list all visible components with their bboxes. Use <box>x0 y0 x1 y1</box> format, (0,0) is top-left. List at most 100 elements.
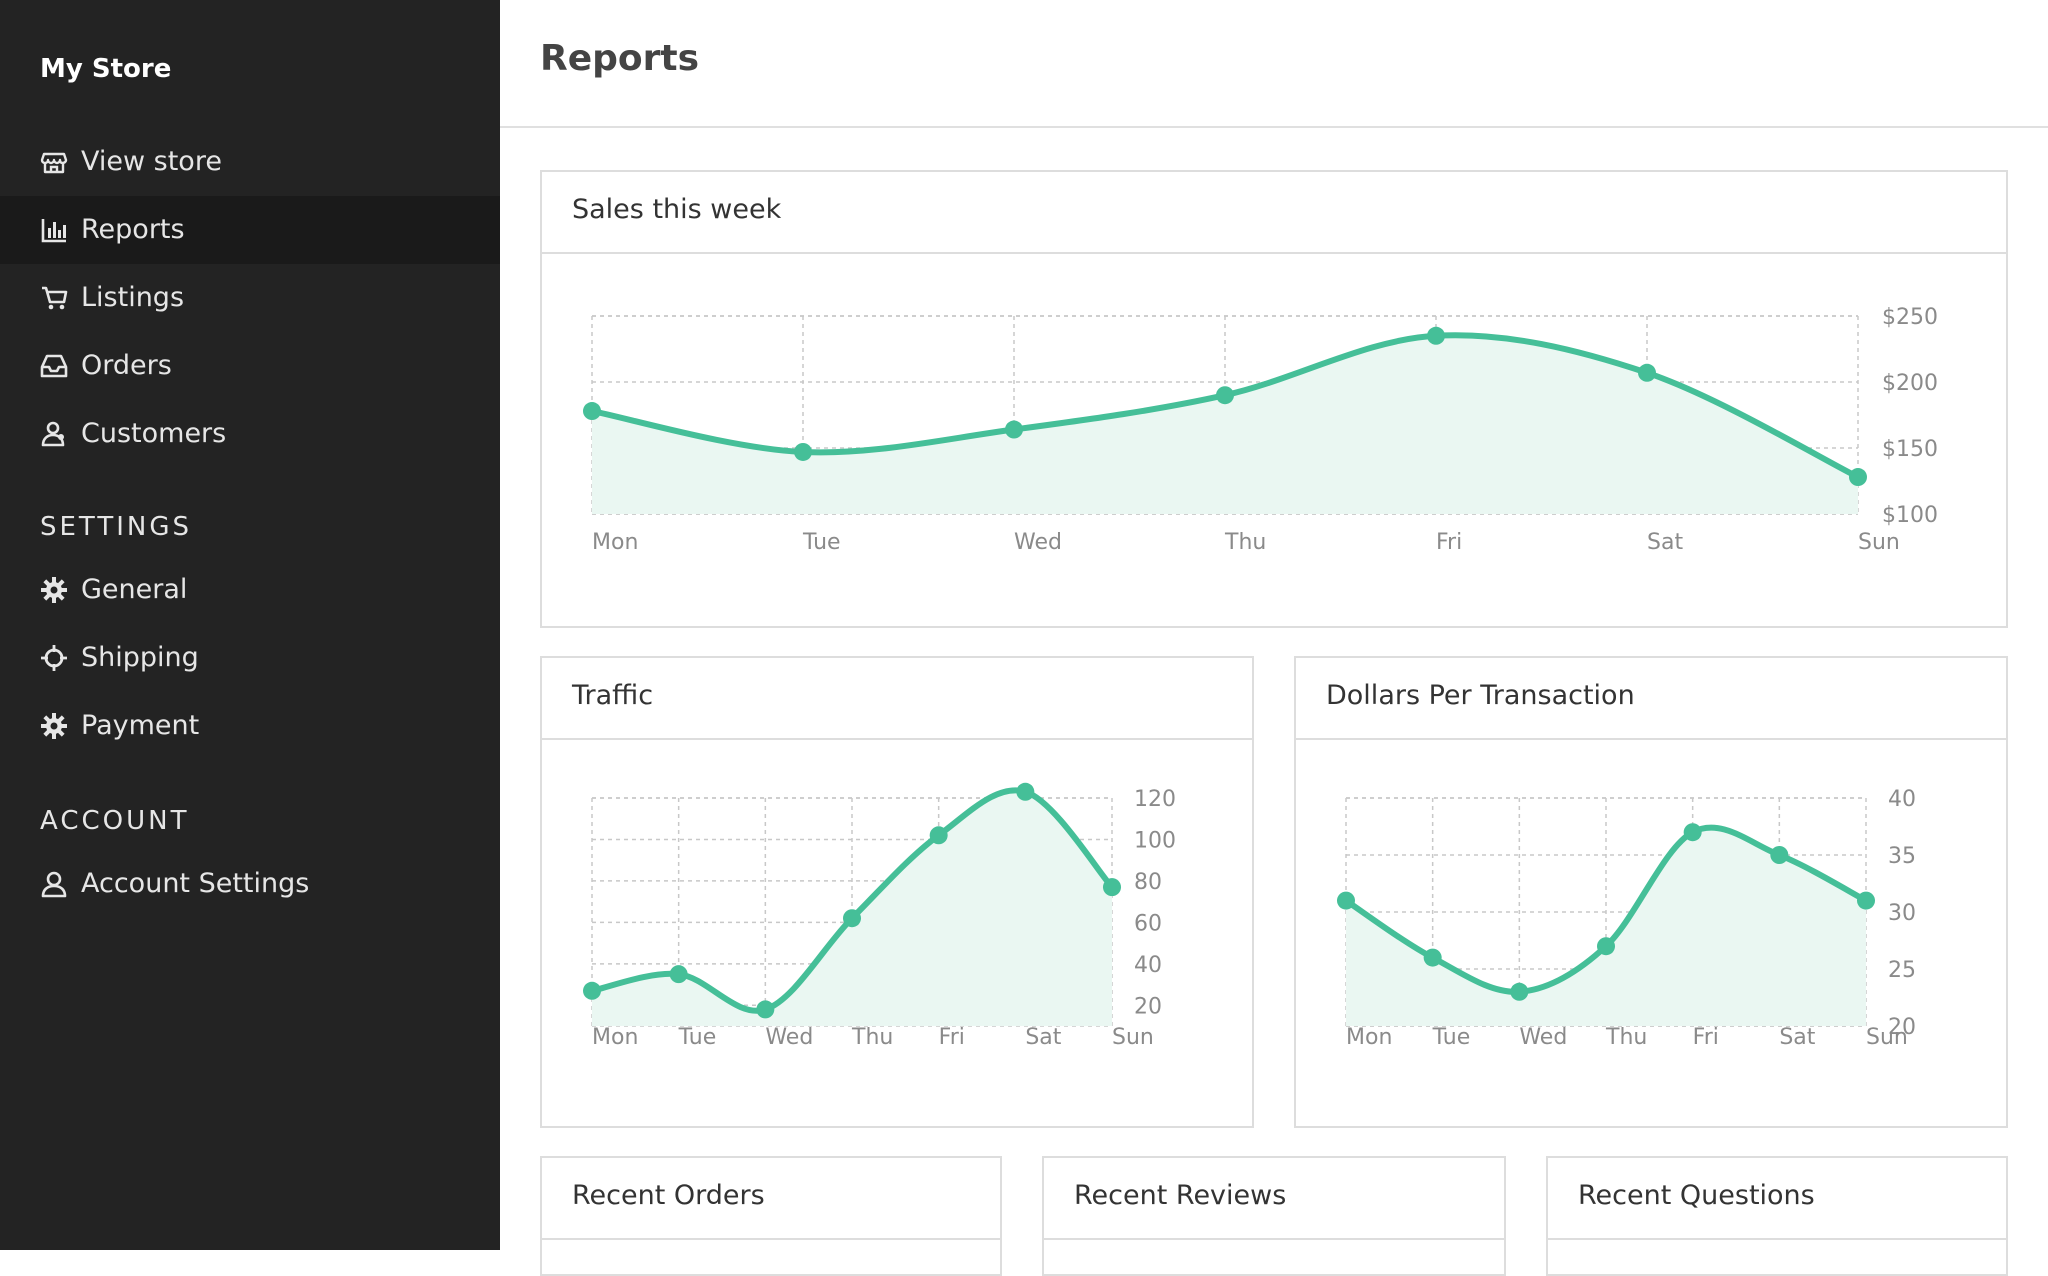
recent-questions-card: Recent Questions <box>1546 1156 2008 1276</box>
x-tick-label: Sat <box>1025 1025 1061 1050</box>
x-tick-label: Fri <box>939 1025 965 1050</box>
page-title: Reports <box>540 38 700 79</box>
x-tick-label: Mon <box>1346 1025 1392 1050</box>
y-tick-label: 20 <box>1134 994 1162 1019</box>
data-point[interactable] <box>669 965 688 984</box>
sidebar-item-label: Reports <box>81 214 185 245</box>
sidebar-item-reports[interactable]: Reports <box>0 196 500 264</box>
y-tick-label: 120 <box>1134 787 1176 812</box>
data-point[interactable] <box>583 981 601 1000</box>
x-tick-label: Wed <box>1519 1025 1567 1050</box>
x-tick-label: Thu <box>851 1025 893 1050</box>
main-content: Reports Sales this week $100 $150 $200 $250… <box>500 0 2048 1276</box>
data-point[interactable] <box>1510 982 1529 1001</box>
store-icon <box>40 148 68 176</box>
y-tick-label: 25 <box>1888 958 1916 983</box>
cart-icon <box>40 284 68 312</box>
data-point[interactable] <box>1016 782 1035 801</box>
x-tick-label: Sun <box>1112 1025 1154 1050</box>
sidebar-item-label: Payment <box>81 710 200 741</box>
x-tick-label: Tue <box>1432 1025 1471 1050</box>
x-tick-label: Wed <box>765 1025 813 1050</box>
bar-chart-icon <box>40 216 68 244</box>
sidebar-item-view-store[interactable]: View store <box>0 128 500 196</box>
gear-icon <box>40 576 68 604</box>
sidebar-item-account-settings[interactable]: Account Settings <box>0 850 500 918</box>
recent-orders-card: Recent Orders <box>540 1156 1002 1276</box>
x-tick-label: Thu <box>1605 1025 1647 1050</box>
traffic-chart: 20 40 60 80 100 120 Mon Tue Wed Thu Fri Sat Sun <box>583 782 1176 1050</box>
data-point[interactable] <box>1683 823 1702 842</box>
x-tick-label: Thu <box>1224 530 1266 555</box>
sales-card: Sales this week $100 $150 $200 $250 Mon Tue We… <box>540 170 2008 628</box>
data-point[interactable] <box>1638 363 1656 382</box>
y-tick-label: 35 <box>1888 844 1916 869</box>
sidebar-item-label: View store <box>81 146 222 177</box>
sidebar: My Store View store Reports Listings Ord… <box>0 0 500 1250</box>
y-tick-label: $250 <box>1882 305 1938 330</box>
x-tick-label: Mon <box>592 530 638 555</box>
x-tick-label: Sat <box>1647 530 1683 555</box>
x-tick-label: Mon <box>592 1025 638 1050</box>
data-point[interactable] <box>1216 386 1234 405</box>
sidebar-item-label: Listings <box>81 282 185 313</box>
sidebar-item-shipping[interactable]: Shipping <box>0 624 500 692</box>
x-tick-label: Wed <box>1014 530 1062 555</box>
data-point[interactable] <box>843 909 861 928</box>
y-tick-label: 100 <box>1134 828 1176 853</box>
y-tick-label: $150 <box>1882 437 1938 462</box>
area-fill <box>592 335 1858 514</box>
data-point[interactable] <box>794 442 812 461</box>
data-point[interactable] <box>1005 420 1023 439</box>
y-tick-label: 40 <box>1134 953 1162 978</box>
sidebar-item-customers[interactable]: Customers <box>0 400 500 468</box>
gear-icon <box>40 712 68 740</box>
dollars-per-transaction-card: Dollars Per Transaction 20 25 30 35 40 Mon Tue… <box>1294 656 2008 1128</box>
data-point[interactable] <box>756 1000 775 1019</box>
data-point[interactable] <box>1857 891 1875 910</box>
sidebar-item-label: Shipping <box>81 642 199 673</box>
card-header: Recent Reviews <box>1044 1158 1504 1240</box>
sidebar-item-label: Account Settings <box>81 868 310 899</box>
traffic-card: Traffic 20 40 60 80 100 120 Mon Tue Wed Thu Fri Sat… <box>540 656 1254 1128</box>
y-tick-label: $100 <box>1882 503 1938 528</box>
x-tick-label: Fri <box>1436 530 1462 555</box>
data-point[interactable] <box>1337 891 1355 910</box>
brand-title[interactable]: My Store <box>40 54 171 84</box>
sidebar-item-payment[interactable]: Payment <box>0 692 500 760</box>
y-tick-label: 40 <box>1888 787 1916 812</box>
sidebar-item-general[interactable]: General <box>0 556 500 624</box>
data-point[interactable] <box>1423 948 1442 967</box>
dollars-per-transaction-chart: 2025303540Mon Tue Wed Thu Fri Sat Sun <box>1337 787 1916 1050</box>
card-title: Recent Reviews <box>1074 1180 1287 1211</box>
sidebar-item-label: Customers <box>81 418 227 449</box>
data-point[interactable] <box>929 826 948 845</box>
user-icon <box>40 870 68 898</box>
card-title: Recent Orders <box>572 1180 765 1211</box>
card-header: Recent Questions <box>1548 1158 2006 1240</box>
x-tick-label: Sun <box>1866 1025 1908 1050</box>
y-tick-label: $200 <box>1882 371 1938 396</box>
data-point[interactable] <box>583 402 601 421</box>
x-tick-label: Sat <box>1779 1025 1815 1050</box>
sidebar-item-listings[interactable]: Listings <box>0 264 500 332</box>
recent-reviews-card: Recent Reviews <box>1042 1156 1506 1276</box>
data-point[interactable] <box>1770 846 1789 864</box>
x-tick-label: Tue <box>802 530 841 555</box>
x-tick-label: Sun <box>1858 530 1900 555</box>
data-point[interactable] <box>1849 468 1867 487</box>
data-point[interactable] <box>1427 326 1445 345</box>
x-tick-label: Fri <box>1693 1025 1719 1050</box>
data-point[interactable] <box>1103 878 1121 897</box>
y-tick-label: 30 <box>1888 901 1916 926</box>
sidebar-item-label: General <box>81 574 188 605</box>
data-point[interactable] <box>1597 937 1615 956</box>
crosshair-icon <box>40 644 68 672</box>
card-header: Recent Orders <box>542 1158 1000 1240</box>
users-icon <box>40 420 68 448</box>
card-title: Recent Questions <box>1578 1180 1815 1211</box>
inbox-icon <box>40 352 68 380</box>
sidebar-item-orders[interactable]: Orders <box>0 332 500 400</box>
sales-chart: $100 $150 $200 $250 Mon Tue Wed Thu Fri Sat Sun <box>583 305 1938 555</box>
sidebar-item-label: Orders <box>81 350 172 381</box>
